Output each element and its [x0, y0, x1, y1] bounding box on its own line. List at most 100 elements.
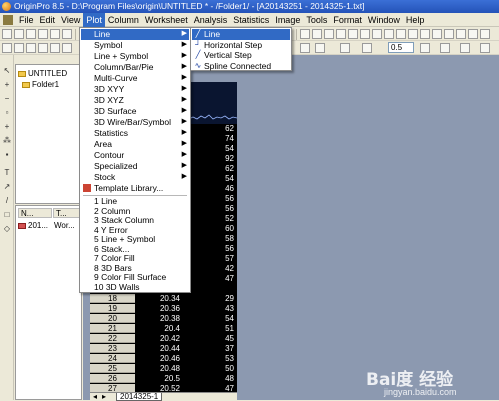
group-icon[interactable] [480, 43, 490, 53]
import-icon[interactable] [324, 29, 334, 39]
cell[interactable]: 20.48 [136, 364, 182, 373]
cell[interactable]: 29 [183, 294, 237, 303]
menu-item-line-symbol[interactable]: Line + Symbol ▶ [81, 51, 189, 62]
command-window-icon[interactable] [384, 29, 394, 39]
row-header[interactable]: 18 [90, 294, 135, 303]
cell[interactable]: 20.38 [136, 314, 182, 323]
cell[interactable]: 62 [183, 124, 237, 133]
rectangle-icon[interactable]: □ [3, 211, 11, 219]
new-graph-icon[interactable] [26, 29, 36, 39]
text-icon[interactable]: T [3, 169, 11, 177]
menu-format[interactable]: Format [330, 13, 365, 27]
workbook-menu-icon[interactable] [3, 15, 13, 25]
arrow-icon[interactable]: ↗ [3, 183, 11, 191]
cell[interactable]: 54 [183, 314, 237, 323]
menu-item-symbol[interactable]: Symbol ▶ [81, 40, 189, 51]
zoom-icon[interactable] [300, 29, 310, 39]
row-header[interactable]: 19 [90, 304, 135, 313]
submenu-item-horizontal-step[interactable]: ┘ Horizontal Step [192, 40, 290, 51]
shape-tool-icon[interactable] [38, 43, 48, 53]
color-fill-icon[interactable] [300, 43, 310, 53]
align-icon[interactable] [460, 43, 470, 53]
new-workbook-icon[interactable] [14, 29, 24, 39]
copy-page-icon[interactable] [360, 29, 370, 39]
cascade-icon[interactable] [480, 29, 490, 39]
cell[interactable]: 46 [183, 184, 237, 193]
row-header[interactable]: 21 [90, 324, 135, 333]
cell[interactable]: 20.5 [136, 374, 182, 383]
cell[interactable]: 56 [183, 244, 237, 253]
menu-item-3d-xyy[interactable]: 3D XYY ▶ [81, 84, 189, 95]
menu-edit[interactable]: Edit [37, 13, 59, 27]
line-icon[interactable]: / [3, 197, 11, 205]
menu-item-multi-curve[interactable]: Multi-Curve ▶ [81, 73, 189, 84]
new-layout-icon[interactable] [62, 29, 72, 39]
origin-app-icon[interactable] [2, 2, 11, 11]
new-project-icon[interactable] [2, 29, 12, 39]
row-header[interactable]: 26 [90, 374, 135, 383]
tree-folder1[interactable]: Folder1 [22, 80, 59, 90]
cell[interactable]: 20.44 [136, 344, 182, 353]
cell[interactable]: 20.34 [136, 294, 182, 303]
column-header-name[interactable]: N... [18, 208, 52, 218]
menu-item-line[interactable]: Line ▶ [81, 29, 189, 40]
region-tool-icon[interactable] [50, 43, 60, 53]
menu-statistics[interactable]: Statistics [230, 13, 272, 27]
menu-item-stock[interactable]: Stock ▶ [81, 172, 189, 183]
menu-view[interactable]: View [58, 13, 83, 27]
cell[interactable]: 56 [183, 194, 237, 203]
cell[interactable]: 62 [183, 164, 237, 173]
cell[interactable]: 54 [183, 144, 237, 153]
row-header[interactable]: 25 [90, 364, 135, 373]
list-item[interactable]: 201... Wor... [18, 221, 75, 231]
cell[interactable]: 51 [183, 324, 237, 333]
line-tool-icon[interactable] [14, 43, 24, 53]
menu-column[interactable]: Column [105, 13, 142, 27]
arrow-tool-icon[interactable] [26, 43, 36, 53]
cell[interactable]: 56 [183, 204, 237, 213]
cell[interactable]: 92 [183, 154, 237, 163]
script-window-icon[interactable] [444, 29, 454, 39]
cell[interactable]: 20.42 [136, 334, 182, 343]
menu-item-3d-xyz[interactable]: 3D XYZ ▶ [81, 95, 189, 106]
code-builder-icon[interactable] [372, 29, 382, 39]
menu-help[interactable]: Help [403, 13, 428, 27]
menu-analysis[interactable]: Analysis [191, 13, 231, 27]
pointer-icon[interactable]: ↖ [3, 67, 11, 75]
submenu-item-spline-connected[interactable]: ∿ Spline Connected [192, 61, 290, 72]
menu-tools[interactable]: Tools [303, 13, 330, 27]
cell[interactable]: 42 [183, 264, 237, 273]
cell[interactable]: 48 [183, 374, 237, 383]
messages-log-icon[interactable] [420, 29, 430, 39]
menu-item-column-bar-pie[interactable]: Column/Bar/Pie ▶ [81, 62, 189, 73]
data-selector-icon[interactable]: ▪ [3, 151, 11, 159]
cell[interactable]: 54 [183, 174, 237, 183]
new-matrix-icon[interactable] [38, 29, 48, 39]
layer-icon[interactable] [456, 29, 466, 39]
pattern-icon[interactable] [362, 43, 372, 53]
menu-item-statistics[interactable]: Statistics ▶ [81, 128, 189, 139]
export-icon[interactable] [336, 29, 346, 39]
data-reader-icon[interactable]: ⁂ [3, 137, 11, 145]
new-function-icon[interactable] [50, 29, 60, 39]
cell[interactable]: 57 [183, 254, 237, 263]
font-color-icon[interactable] [340, 43, 350, 53]
row-header[interactable]: 20 [90, 314, 135, 323]
line-width-select[interactable]: 0.5 [388, 42, 414, 53]
line-color-icon[interactable] [315, 43, 325, 53]
cell[interactable]: 20.4 [136, 324, 182, 333]
submenu-item-vertical-step[interactable]: ╱ Vertical Step [192, 50, 290, 61]
pencil-icon[interactable] [2, 43, 12, 53]
menu-file[interactable]: File [16, 13, 37, 27]
menu-item-template-library[interactable]: Template Library... [81, 183, 189, 194]
menu-image[interactable]: Image [272, 13, 303, 27]
cell[interactable]: 43 [183, 304, 237, 313]
menu-worksheet[interactable]: Worksheet [142, 13, 191, 27]
project-explorer-icon[interactable] [408, 29, 418, 39]
menu-plot[interactable]: Plot [83, 13, 105, 27]
line-style-icon[interactable] [420, 43, 430, 53]
menu-item-recent-10[interactable]: 10 3D Walls [81, 282, 189, 293]
row-header[interactable]: 24 [90, 354, 135, 363]
polygon-icon[interactable]: ◇ [3, 225, 11, 233]
menu-item-3d-wire-bar-symbol[interactable]: 3D Wire/Bar/Symbol ▶ [81, 117, 189, 128]
